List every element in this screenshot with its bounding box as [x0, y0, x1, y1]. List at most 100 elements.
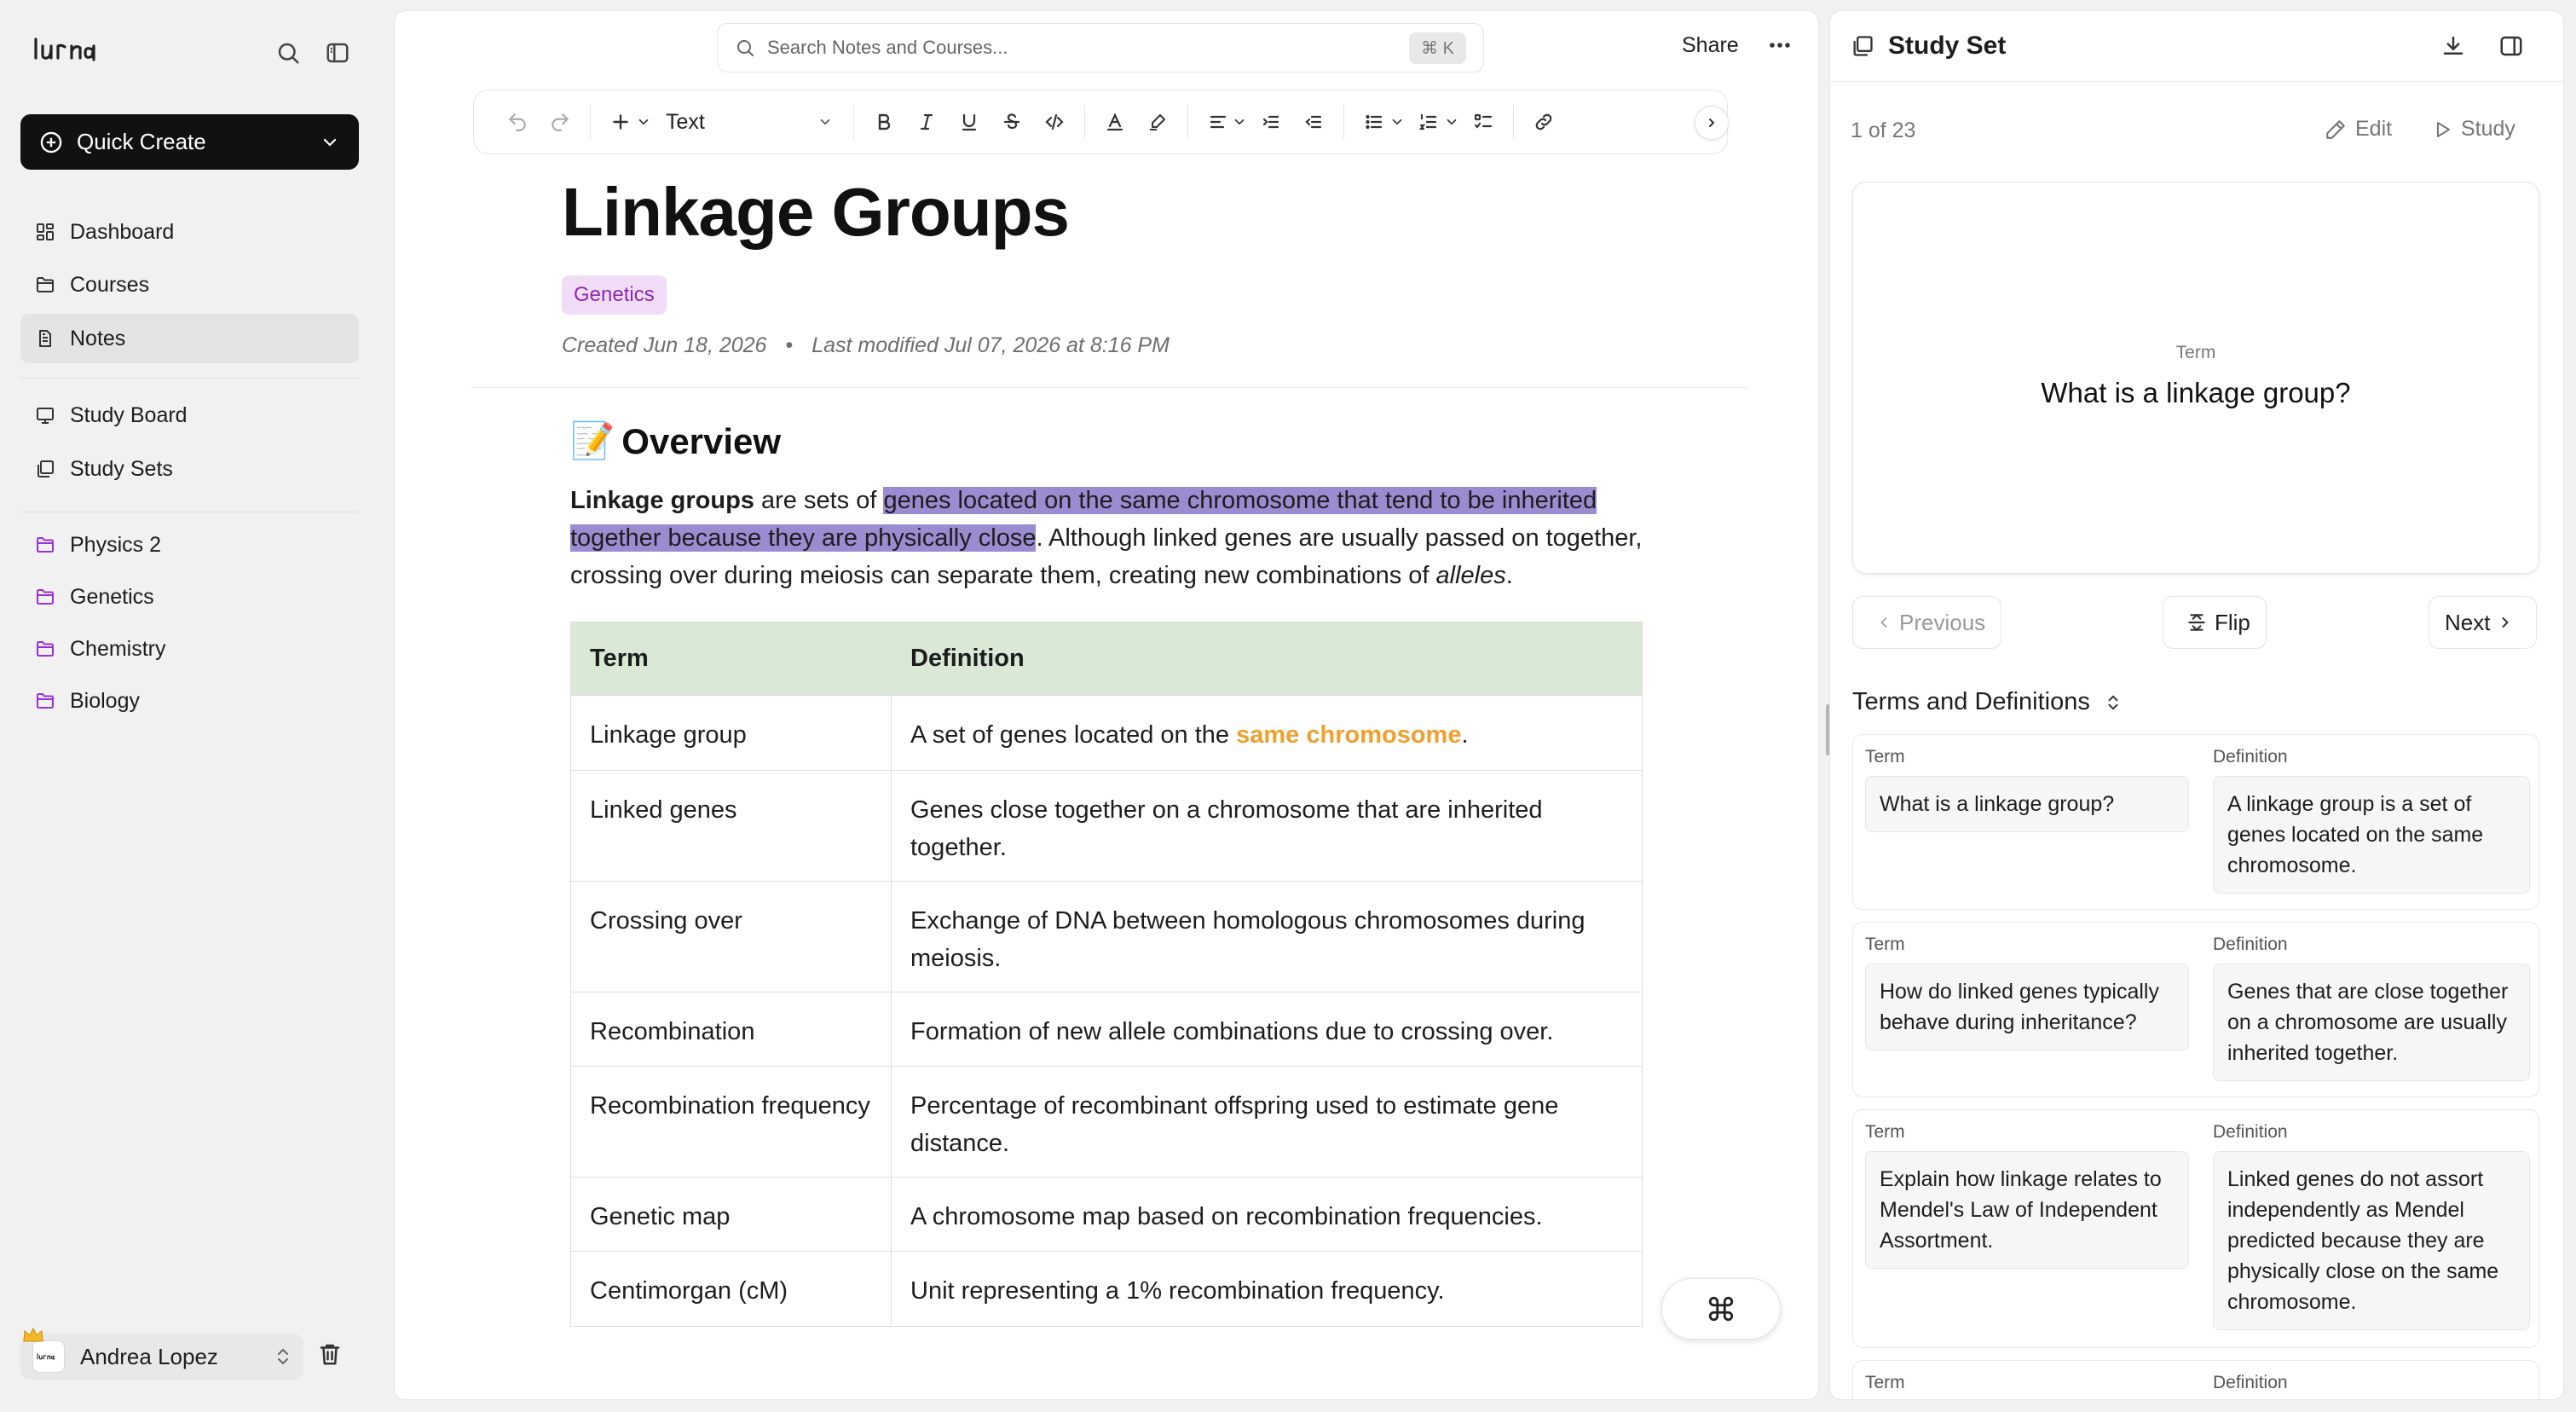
page-title[interactable]: Linkage Groups — [562, 173, 1070, 252]
keyboard-shortcut-badge: ⌘ K — [1409, 32, 1466, 64]
underline-icon[interactable] — [948, 98, 991, 146]
definition-field[interactable]: Linked genes do not assort independently… — [2213, 1151, 2530, 1330]
sidebar-item-notes[interactable]: Notes — [20, 314, 359, 363]
app-logo[interactable] — [32, 34, 118, 65]
quick-create-label: Quick Create — [77, 129, 206, 154]
study-set-panel: Study Set 1 of 23 Edit Study Term What i… — [1829, 10, 2564, 1400]
sidebar-folder-physics-2[interactable]: Physics 2 — [20, 520, 359, 570]
sidebar-folder-chemistry[interactable]: Chemistry — [20, 624, 359, 674]
panel-toggle-icon[interactable] — [2498, 33, 2524, 59]
strikethrough-icon[interactable] — [991, 98, 1033, 146]
avatar — [32, 1340, 65, 1373]
tag-badge[interactable]: Genetics — [562, 275, 667, 315]
table-cell-term[interactable]: Genetic map — [570, 1177, 892, 1252]
flip-button[interactable]: Flip — [2163, 596, 2267, 649]
created-date: Created Jun 18, 2026 — [562, 333, 767, 357]
indent-icon[interactable] — [1250, 98, 1292, 146]
table-header-row: Term Definition — [570, 622, 1643, 696]
folder-icon — [34, 690, 56, 712]
user-switcher[interactable]: Andrea Lopez — [20, 1334, 303, 1380]
table-cell-term[interactable]: Centimorgan (cM) — [570, 1251, 892, 1327]
table-cell-term[interactable]: Recombination — [570, 992, 892, 1067]
sidebar-toggle-icon[interactable] — [321, 38, 355, 68]
trash-icon[interactable] — [317, 1340, 343, 1368]
share-button[interactable]: Share — [1682, 33, 1739, 58]
sidebar-item-label: Genetics — [70, 584, 154, 609]
quick-create-button[interactable]: Quick Create — [20, 114, 359, 170]
sidebar-folder-genetics[interactable]: Genetics — [20, 572, 359, 622]
edit-button[interactable]: Edit — [2325, 117, 2392, 142]
command-button[interactable] — [1661, 1278, 1781, 1340]
definition-label: Definition — [2213, 1373, 2288, 1392]
table-cell-term[interactable]: Linkage group — [570, 695, 892, 771]
sidebar-item-label: Study Board — [70, 402, 188, 427]
term-field[interactable]: What is a linkage group? — [1865, 776, 2189, 832]
term-definition-card[interactable]: Term Definition — [1852, 1360, 2539, 1399]
chevron-down-icon[interactable] — [320, 132, 340, 153]
bold-text: Linkage groups — [570, 487, 754, 514]
previous-button[interactable]: Previous — [1852, 596, 2002, 649]
divider — [1187, 105, 1188, 139]
section-heading[interactable]: 📝 Overview — [570, 420, 781, 462]
table-cell-definition[interactable]: Unit representing a 1% recombination fre… — [891, 1251, 1643, 1327]
checklist-icon[interactable] — [1462, 98, 1505, 146]
term-field[interactable]: Explain how linkage relates to Mendel's … — [1865, 1151, 2189, 1269]
table-cell-term[interactable]: Linked genes — [570, 770, 892, 882]
flashcard[interactable]: Term What is a linkage group? — [1852, 182, 2539, 574]
term-definition-card[interactable]: Term Definition What is a linkage group?… — [1852, 734, 2539, 910]
table-header-term[interactable]: Term — [570, 622, 892, 696]
cards-icon — [1851, 34, 1874, 58]
redo-icon[interactable] — [539, 98, 581, 146]
sidebar-item-courses[interactable]: Courses — [20, 260, 359, 310]
next-button[interactable]: Next — [2429, 596, 2538, 649]
modified-date: Last modified Jul 07, 2026 at 8:16 PM — [811, 333, 1170, 357]
table-cell-definition[interactable]: A chromosome map based on recombination … — [891, 1177, 1643, 1252]
table-row: Linked genes Genes close together on a c… — [570, 770, 1643, 882]
term-field[interactable]: How do linked genes typically behave dur… — [1865, 964, 2189, 1050]
table-cell-definition[interactable]: Genes close together on a chromosome tha… — [891, 770, 1643, 882]
table-cell-term[interactable]: Recombination frequency — [570, 1066, 892, 1178]
chevron-down-icon[interactable] — [633, 98, 654, 146]
term-definition-card[interactable]: Term Definition How do linked genes typi… — [1852, 922, 2539, 1097]
definition-field[interactable]: A linkage group is a set of genes locate… — [2213, 776, 2530, 894]
table-cell-definition[interactable]: Exchange of DNA between homologous chrom… — [891, 881, 1643, 992]
download-icon[interactable] — [2440, 33, 2466, 59]
link-icon[interactable] — [1522, 98, 1565, 146]
search-placeholder: Search Notes and Courses... — [767, 37, 1008, 58]
sidebar: Quick Create Dashboard Courses Notes Stu… — [0, 0, 384, 1412]
highlighter-icon[interactable] — [1136, 98, 1179, 146]
play-icon — [2432, 119, 2452, 140]
chevron-down-icon[interactable] — [1229, 98, 1250, 146]
paragraph[interactable]: Linkage groups are sets of genes located… — [570, 482, 1670, 594]
study-button[interactable]: Study — [2432, 117, 2515, 142]
outdent-icon[interactable] — [1292, 98, 1335, 146]
text-color-icon[interactable] — [1094, 98, 1136, 146]
italic-icon[interactable] — [905, 98, 948, 146]
table-cell-term[interactable]: Crossing over — [570, 881, 892, 992]
chevron-down-icon[interactable] — [1387, 98, 1407, 146]
table-cell-definition[interactable]: Percentage of recombinant offspring used… — [891, 1066, 1643, 1178]
term-label: Term — [1865, 1122, 1905, 1142]
term-definition-card[interactable]: Term Definition Explain how linkage rela… — [1852, 1109, 2539, 1348]
undo-icon[interactable] — [496, 98, 539, 146]
table-header-definition[interactable]: Definition — [891, 622, 1643, 696]
sidebar-folder-biology[interactable]: Biology — [20, 676, 359, 726]
sidebar-item-dashboard[interactable]: Dashboard — [20, 207, 359, 257]
bold-icon[interactable] — [863, 98, 905, 146]
term-label: Term — [1865, 747, 1905, 767]
sidebar-item-study-sets[interactable]: Study Sets — [20, 444, 359, 494]
search-input[interactable]: Search Notes and Courses... ⌘ K — [717, 23, 1484, 72]
table-cell-definition[interactable]: Formation of new allele combinations due… — [891, 992, 1643, 1067]
separator: • — [785, 333, 794, 357]
table-cell-definition[interactable]: A set of genes located on the same chrom… — [891, 695, 1643, 771]
next-label: Next — [2445, 609, 2491, 635]
chevron-down-icon[interactable] — [1441, 98, 1462, 146]
more-icon[interactable] — [1767, 37, 1793, 54]
terms-definitions-sort[interactable]: Terms and Definitions — [1852, 688, 2121, 716]
definition-field[interactable]: Genes that are close together on a chrom… — [2213, 964, 2530, 1081]
code-icon[interactable] — [1033, 98, 1076, 146]
block-type-select[interactable]: Text — [654, 98, 845, 146]
sidebar-item-study-board[interactable]: Study Board — [20, 391, 359, 440]
chevron-right-icon[interactable] — [1695, 106, 1729, 140]
search-icon[interactable] — [273, 38, 303, 68]
